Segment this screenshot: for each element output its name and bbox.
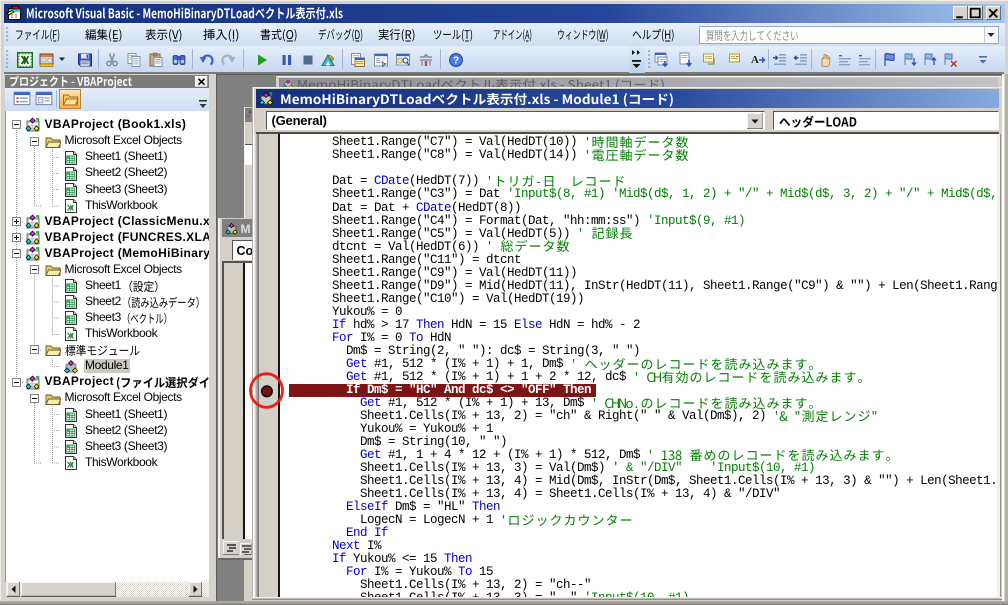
svg-text:A: A	[751, 54, 759, 66]
svg-text:?: ?	[452, 55, 458, 66]
